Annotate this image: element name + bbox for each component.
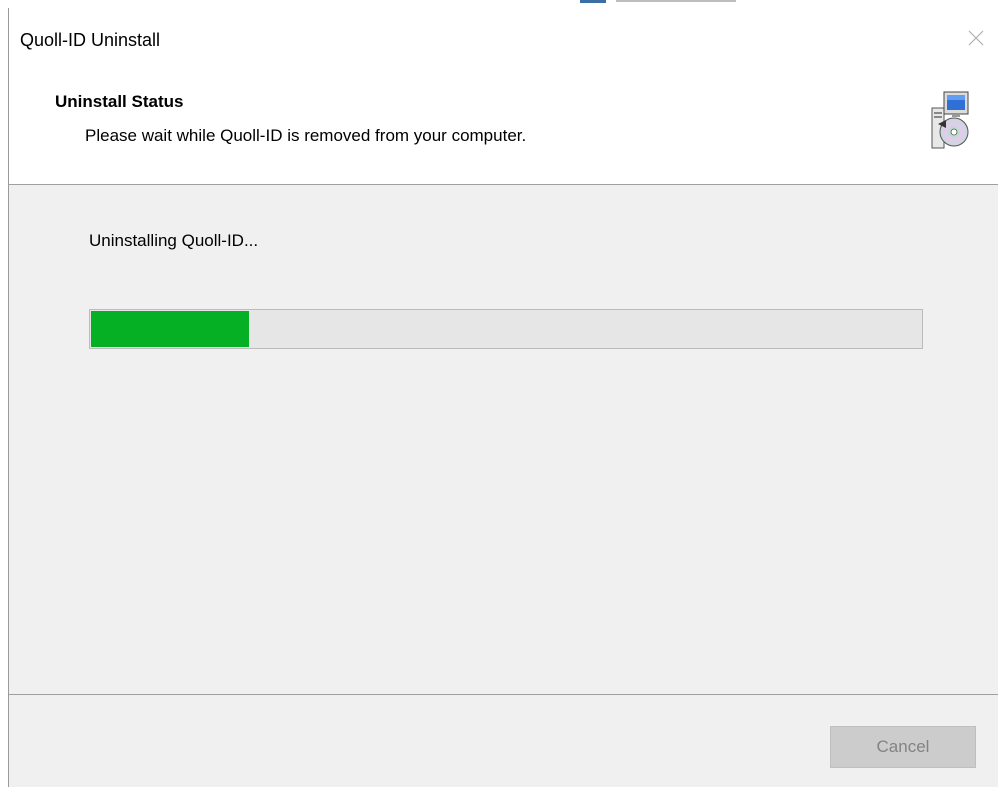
page-title: Uninstall Status [55,92,184,111]
status-text: Uninstalling Quoll-ID... [89,231,259,250]
cancel-button[interactable]: Cancel [830,726,976,768]
uninstall-window: Quoll-ID Uninstall Uninstall Status Plea… [0,0,998,787]
installer-icon [931,91,969,149]
page-subtitle: Please wait while Quoll-ID is removed fr… [85,126,527,145]
footer-panel: Cancel [8,695,998,787]
background-fragment [580,0,606,3]
background-fragment [616,0,736,2]
content-panel: Uninstalling Quoll-ID... [8,185,998,694]
close-icon [968,30,984,46]
progress-bar-fill [91,311,249,347]
title-bar[interactable]: Quoll-ID Uninstall [8,8,998,68]
progress-bar [89,309,923,349]
window-title: Quoll-ID Uninstall [20,30,161,50]
header-panel: Uninstall Status Please wait while Quoll… [8,68,998,184]
close-button[interactable] [954,20,998,56]
background-strip [0,0,998,8]
